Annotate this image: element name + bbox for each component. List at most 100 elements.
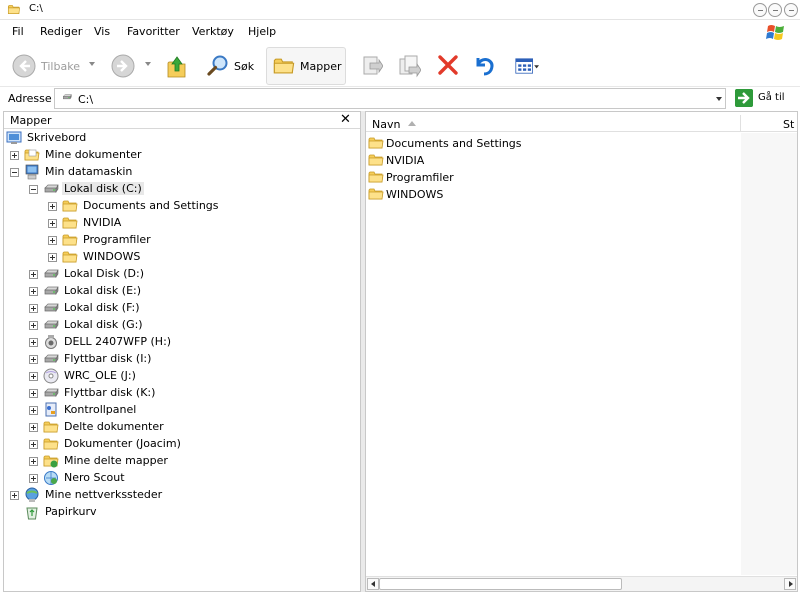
tree-item[interactable]: Flyttbar disk (K:) [4,385,358,402]
file-list-item[interactable]: WINDOWS [368,186,568,203]
expand-icon[interactable] [29,270,38,279]
collapse-icon[interactable] [10,168,19,177]
file-name[interactable]: Programfiler [386,171,454,184]
column-divider[interactable] [740,115,741,132]
folders-button-label[interactable]: Mapper [300,60,342,73]
file-name[interactable]: WINDOWS [386,188,443,201]
tree-item-label[interactable]: Skrivebord [25,131,88,144]
tree-item-label[interactable]: DELL 2407WFP (H:) [62,335,173,348]
expand-icon[interactable] [10,491,19,500]
tree-item[interactable]: Dokumenter (Joacim) [4,436,358,453]
expand-icon[interactable] [29,423,38,432]
tree-item[interactable]: NVIDIA [4,215,358,232]
tree-item-label[interactable]: Lokal disk (G:) [62,318,145,331]
tree-item-label[interactable]: WRC_OLE (J:) [62,369,138,382]
tree-item-label[interactable]: Delte dokumenter [62,420,166,433]
tree-item-label[interactable]: Mine delte mapper [62,454,170,467]
tree-item[interactable]: Mine nettverkssteder [4,487,358,504]
expand-icon[interactable] [29,304,38,313]
tree-item-label[interactable]: Kontrollpanel [62,403,138,416]
forward-icon[interactable] [111,54,135,78]
expand-icon[interactable] [29,389,38,398]
tree-item[interactable]: Documents and Settings [4,198,358,215]
tree-item[interactable]: DELL 2407WFP (H:) [4,334,358,351]
undo-icon[interactable] [472,54,496,76]
tree-item-label[interactable]: Programfiler [81,233,153,246]
column-size-header[interactable]: St [783,118,794,131]
menu-vis[interactable]: Vis [94,25,110,38]
file-list-item[interactable]: Programfiler [368,169,568,186]
tree-item-label[interactable]: Dokumenter (Joacim) [62,437,183,450]
search-button-label[interactable]: Søk [234,60,254,73]
tree-item[interactable]: Lokal Disk (D:) [4,266,358,283]
tree-item[interactable]: WRC_OLE (J:) [4,368,358,385]
scroll-left-icon[interactable] [367,578,379,590]
expand-icon[interactable] [29,457,38,466]
tree-item[interactable]: Skrivebord [4,130,358,147]
tree-item-label[interactable]: Lokal disk (F:) [62,301,142,314]
move-to-icon[interactable] [361,54,383,78]
expand-icon[interactable] [48,219,57,228]
tree-item-label[interactable]: Lokal disk (C:) [62,182,144,195]
tree-item[interactable]: Mine delte mapper [4,453,358,470]
column-name-header[interactable]: Navn [372,118,400,131]
menu-favoritter[interactable]: Favoritter [127,25,180,38]
expand-icon[interactable] [48,202,57,211]
menu-fil[interactable]: Fil [12,25,24,38]
tree-item-label[interactable]: Lokal Disk (D:) [62,267,146,280]
expand-icon[interactable] [29,474,38,483]
delete-icon[interactable] [437,54,459,76]
tree-item-label[interactable]: Flyttbar disk (I:) [62,352,153,365]
address-value[interactable]: C:\ [78,93,93,106]
tree-item[interactable]: Lokal disk (C:) [4,181,358,198]
copy-to-icon[interactable] [397,54,421,78]
tree-item[interactable]: Papirkurv [4,504,358,521]
tree-item-label[interactable]: Mine nettverkssteder [43,488,164,501]
tree-item-label[interactable]: WINDOWS [81,250,142,263]
tree-item[interactable]: Min datamaskin [4,164,358,181]
back-dropdown-icon[interactable] [89,62,95,66]
minimize-button[interactable] [753,3,767,17]
expand-icon[interactable] [48,253,57,262]
expand-icon[interactable] [29,406,38,415]
expand-icon[interactable] [29,287,38,296]
collapse-icon[interactable] [29,185,38,194]
tree-item-label[interactable]: NVIDIA [81,216,123,229]
maximize-button[interactable] [768,3,782,17]
tree-item[interactable]: Programfiler [4,232,358,249]
scroll-thumb[interactable] [379,578,622,590]
menu-hjelp[interactable]: Hjelp [248,25,276,38]
address-input[interactable]: C:\ [54,88,726,109]
tree-item-label[interactable]: Nero Scout [62,471,127,484]
address-dropdown-icon[interactable] [716,97,722,101]
horizontal-scrollbar[interactable] [366,576,797,591]
tree-item[interactable]: Lokal disk (G:) [4,317,358,334]
menu-rediger[interactable]: Rediger [40,25,82,38]
tree-item-label[interactable]: Mine dokumenter [43,148,144,161]
tree-item-label[interactable]: Lokal disk (E:) [62,284,143,297]
tree-item[interactable]: Lokal disk (F:) [4,300,358,317]
tree-item[interactable]: Kontrollpanel [4,402,358,419]
go-arrow-icon[interactable] [735,89,753,107]
forward-dropdown-icon[interactable] [145,62,151,66]
scroll-right-icon[interactable] [784,578,796,590]
file-list-item[interactable]: NVIDIA [368,152,568,169]
tree-item[interactable]: Nero Scout [4,470,358,487]
expand-icon[interactable] [29,440,38,449]
file-name[interactable]: Documents and Settings [386,137,522,150]
tree-item-label[interactable]: Flyttbar disk (K:) [62,386,157,399]
expand-icon[interactable] [10,151,19,160]
expand-icon[interactable] [48,236,57,245]
file-list-item[interactable]: Documents and Settings [368,135,568,152]
tree-item[interactable]: Lokal disk (E:) [4,283,358,300]
expand-icon[interactable] [29,372,38,381]
tree-item[interactable]: Flyttbar disk (I:) [4,351,358,368]
go-button-label[interactable]: Gå til [758,92,785,103]
search-icon[interactable] [206,54,230,78]
tree-item-label[interactable]: Documents and Settings [81,199,221,212]
expand-icon[interactable] [29,338,38,347]
tree-item-label[interactable]: Min datamaskin [43,165,134,178]
expand-icon[interactable] [29,321,38,330]
back-button-label[interactable]: Tilbake [41,60,80,73]
expand-icon[interactable] [29,355,38,364]
